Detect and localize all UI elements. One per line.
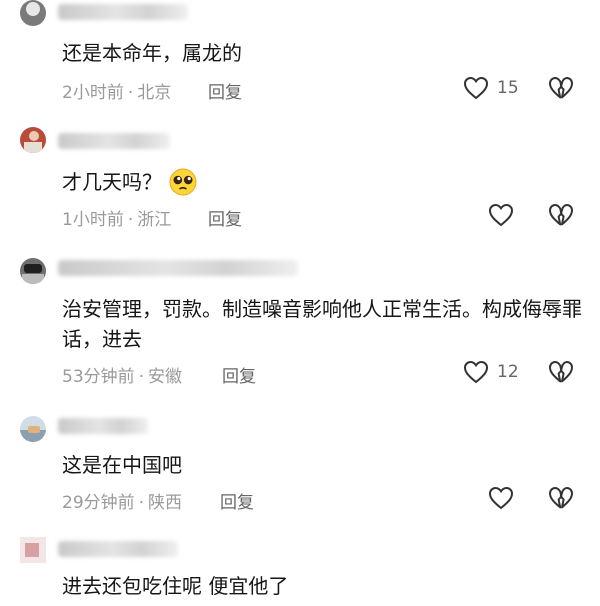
comment-text-content: 才几天吗？ <box>62 170 162 194</box>
comment-time: 53分钟前 <box>62 367 135 387</box>
comment-location: 安徽 <box>148 367 183 387</box>
comment-meta: 53分钟前 · 安徽 <box>62 362 182 387</box>
username-blurred[interactable] <box>58 260 298 276</box>
like-button[interactable]: 12 <box>463 360 519 384</box>
like-count: 12 <box>497 362 519 382</box>
broken-heart-icon <box>549 77 573 99</box>
comment-text: 这是在中国吧 <box>62 453 182 477</box>
dislike-button[interactable] <box>548 203 574 227</box>
comment-time: 2小时前 <box>62 83 124 103</box>
meta-separator: · <box>127 83 134 103</box>
meta-separator: · <box>127 210 134 230</box>
like-count: 15 <box>497 78 519 98</box>
broken-heart-icon <box>549 361 573 383</box>
comment-meta: 29分钟前 · 陕西 <box>62 488 182 513</box>
broken-heart-icon <box>549 204 573 226</box>
username-blurred[interactable] <box>58 541 178 557</box>
comment-location: 北京 <box>137 83 172 103</box>
like-button[interactable] <box>488 486 514 510</box>
like-button[interactable]: 15 <box>463 76 519 100</box>
heart-outline-icon <box>463 360 489 384</box>
reply-button[interactable]: 回复 <box>222 362 256 387</box>
comment-location: 浙江 <box>137 210 172 230</box>
heart-outline-icon <box>488 203 514 227</box>
avatar[interactable] <box>20 0 46 26</box>
comment-meta: 1小时前 · 浙江 <box>62 205 171 230</box>
username-blurred[interactable] <box>58 418 148 434</box>
dislike-button[interactable] <box>548 360 574 384</box>
comment-item: 这是在中国吧 29分钟前 · 陕西 回复 <box>0 410 600 528</box>
dislike-button[interactable] <box>548 486 574 510</box>
comment-text: 治安管理，罚款。制造噪音影响他人正常生活。构成侮辱罪话，进去 <box>62 297 582 351</box>
reply-button[interactable]: 回复 <box>208 205 242 230</box>
avatar[interactable] <box>20 537 46 563</box>
avatar[interactable] <box>20 127 46 153</box>
comment-time: 29分钟前 <box>62 493 135 513</box>
reply-button[interactable]: 回复 <box>208 78 242 103</box>
username-blurred[interactable] <box>58 4 188 20</box>
comment-text: 才几天吗？ <box>62 167 582 197</box>
comment-item: 还是本命年，属龙的 2小时前 · 北京 回复 15 <box>0 0 600 118</box>
comment-time: 1小时前 <box>62 210 124 230</box>
meta-separator: · <box>138 367 145 387</box>
comment-list: 还是本命年，属龙的 2小时前 · 北京 回复 15 才几天吗？ 1小时前 · 浙… <box>0 0 600 606</box>
meta-separator: · <box>138 493 145 513</box>
reply-button[interactable]: 回复 <box>220 488 254 513</box>
heart-outline-icon <box>488 486 514 510</box>
comment-item: 进去还包吃住呢 便宜他了 <box>0 535 600 606</box>
avatar[interactable] <box>20 258 46 284</box>
comment-item: 才几天吗？ 1小时前 · 浙江 回复 <box>0 125 600 245</box>
avatar[interactable] <box>20 416 46 442</box>
heart-outline-icon <box>463 76 489 100</box>
comment-text: 进去还包吃住呢 便宜他了 <box>62 574 289 598</box>
dislike-button[interactable] <box>548 76 574 100</box>
comment-meta: 2小时前 · 北京 <box>62 78 171 103</box>
username-blurred[interactable] <box>58 133 170 149</box>
comment-text: 还是本命年，属龙的 <box>62 41 242 65</box>
broken-heart-icon <box>549 487 573 509</box>
comment-location: 陕西 <box>148 493 183 513</box>
pleading-face-emoji-icon <box>169 168 197 196</box>
like-button[interactable] <box>488 203 514 227</box>
comment-item: 治安管理，罚款。制造噪音影响他人正常生活。构成侮辱罪话，进去 53分钟前 · 安徽 … <box>0 252 600 400</box>
